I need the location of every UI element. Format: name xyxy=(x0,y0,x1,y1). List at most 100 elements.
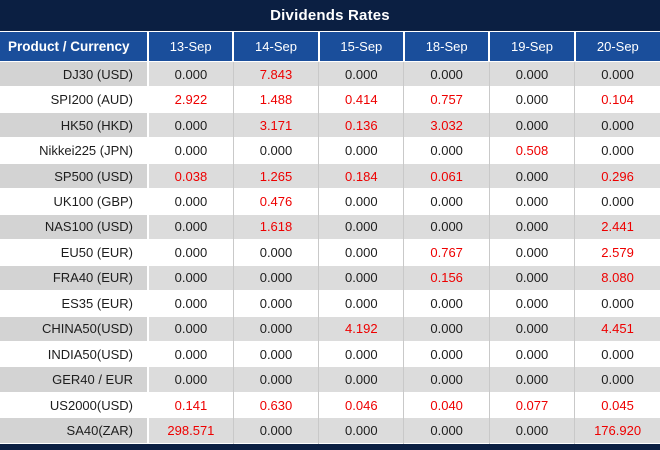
table-row: ES35 (EUR) 0.000 0.000 0.000 0.000 0.000 0.000 xyxy=(0,290,660,317)
product-currency-header: Product / Currency xyxy=(0,31,148,62)
table-row: US2000(USD) 0.141 0.630 0.046 0.040 0.077 0.04… xyxy=(0,392,660,418)
rate-value: 3.171 xyxy=(232,112,319,138)
rate-value: 1.265 xyxy=(232,163,319,189)
rate-value: 0.000 xyxy=(488,86,575,113)
product-label: GER40 / EUR xyxy=(0,366,149,393)
footer-bar xyxy=(0,444,660,450)
rate-value: 0.000 xyxy=(232,137,319,164)
table-row: SA40(ZAR) 298.571 0.000 0.000 0.000 0.000 176.… xyxy=(0,417,660,444)
table-row: EU50 (EUR) 0.000 0.000 0.000 0.767 0.000 2.579 xyxy=(0,239,660,266)
rate-value: 0.000 xyxy=(574,112,660,138)
product-label: DJ30 (USD) xyxy=(0,61,149,87)
rate-value: 0.000 xyxy=(148,366,234,393)
rate-value: 0.000 xyxy=(318,214,404,240)
rate-value: 0.000 xyxy=(318,61,404,87)
rate-value: 0.000 xyxy=(488,316,575,342)
product-label: US2000(USD) xyxy=(0,392,149,418)
rate-value: 0.000 xyxy=(148,61,234,87)
product-label: CHINA50(USD) xyxy=(0,316,149,342)
table-row: FRA40 (EUR) 0.000 0.000 0.000 0.156 0.000 8.08… xyxy=(0,265,660,291)
rate-value: 0.040 xyxy=(403,392,490,418)
rate-value: 0.156 xyxy=(403,265,490,291)
rate-value: 0.184 xyxy=(318,163,404,189)
dividends-table: Product / Currency 13-Sep 14-Sep 15-Sep … xyxy=(0,31,660,444)
rate-value: 0.000 xyxy=(318,137,404,164)
product-label: NAS100 (USD) xyxy=(0,214,149,240)
rate-value: 0.000 xyxy=(232,239,319,266)
rate-value: 3.032 xyxy=(403,112,490,138)
rate-value: 0.046 xyxy=(318,392,404,418)
rate-value: 4.192 xyxy=(318,316,404,342)
date-header-18-sep: 18-Sep xyxy=(402,31,490,62)
rate-value: 2.441 xyxy=(574,214,660,240)
table-row: DJ30 (USD) 0.000 7.843 0.000 0.000 0.000 0.000 xyxy=(0,61,660,87)
table-row: UK100 (GBP) 0.000 0.476 0.000 0.000 0.000 0.00… xyxy=(0,188,660,215)
rate-value: 0.000 xyxy=(403,188,490,215)
rate-value: 0.000 xyxy=(148,137,234,164)
rate-value: 0.000 xyxy=(318,265,404,291)
product-label: INDIA50(USD) xyxy=(0,341,149,367)
rate-value: 176.920 xyxy=(574,417,660,444)
rate-value: 0.000 xyxy=(148,239,234,266)
table-row: SPI200 (AUD) 2.922 1.488 0.414 0.757 0.000 0.1… xyxy=(0,86,660,113)
rate-value: 0.000 xyxy=(403,366,490,393)
rate-value: 0.000 xyxy=(148,265,234,291)
rate-value: 8.080 xyxy=(574,265,660,291)
rate-value: 0.000 xyxy=(488,417,575,444)
rate-value: 0.000 xyxy=(403,417,490,444)
product-label: Nikkei225 (JPN) xyxy=(0,137,149,164)
date-header-13-sep: 13-Sep xyxy=(146,31,234,62)
table-row: INDIA50(USD) 0.000 0.000 0.000 0.000 0.000 0.0… xyxy=(0,341,660,367)
rate-value: 0.000 xyxy=(318,239,404,266)
rate-value: 0.000 xyxy=(574,366,660,393)
rate-value: 0.077 xyxy=(488,392,575,418)
table-body: DJ30 (USD) 0.000 7.843 0.000 0.000 0.000 0.000… xyxy=(0,61,660,444)
rate-value: 0.000 xyxy=(488,112,575,138)
rate-value: 0.000 xyxy=(574,137,660,164)
header-row: Product / Currency 13-Sep 14-Sep 15-Sep … xyxy=(0,31,660,62)
rate-value: 0.757 xyxy=(403,86,490,113)
rate-value: 0.476 xyxy=(232,188,319,215)
rate-value: 0.000 xyxy=(232,341,319,367)
table-row: CHINA50(USD) 0.000 0.000 4.192 0.000 0.000 4.4… xyxy=(0,316,660,342)
rate-value: 0.000 xyxy=(403,214,490,240)
rate-value: 0.104 xyxy=(574,86,660,113)
rate-value: 0.508 xyxy=(488,137,575,164)
rate-value: 0.630 xyxy=(232,392,319,418)
rate-value: 0.000 xyxy=(232,417,319,444)
rate-value: 0.141 xyxy=(148,392,234,418)
rate-value: 0.000 xyxy=(232,316,319,342)
rate-value: 7.843 xyxy=(232,61,319,87)
rate-value: 0.000 xyxy=(488,214,575,240)
rate-value: 1.488 xyxy=(232,86,319,113)
rate-value: 0.000 xyxy=(232,366,319,393)
date-header-14-sep: 14-Sep xyxy=(232,31,319,62)
rate-value: 0.000 xyxy=(232,290,319,317)
date-header-20-sep: 20-Sep xyxy=(573,31,660,62)
rate-value: 2.922 xyxy=(148,86,234,113)
rate-value: 0.000 xyxy=(488,341,575,367)
rate-value: 0.000 xyxy=(488,61,575,87)
page-title: Dividends Rates xyxy=(270,7,390,24)
rate-value: 0.000 xyxy=(403,61,490,87)
rate-value: 0.000 xyxy=(403,290,490,317)
rate-value: 0.061 xyxy=(403,163,490,189)
rate-value: 0.296 xyxy=(574,163,660,189)
table-row: HK50 (HKD) 0.000 3.171 0.136 3.032 0.000 0.000 xyxy=(0,112,660,138)
rate-value: 0.000 xyxy=(148,341,234,367)
rate-value: 0.000 xyxy=(318,290,404,317)
rate-value: 0.000 xyxy=(148,290,234,317)
product-label: UK100 (GBP) xyxy=(0,188,149,215)
product-label: SA40(ZAR) xyxy=(0,417,149,444)
product-label: FRA40 (EUR) xyxy=(0,265,149,291)
product-label: ES35 (EUR) xyxy=(0,290,149,317)
product-label: SP500 (USD) xyxy=(0,163,149,189)
dividends-rates-panel: Dividends Rates Product / Currency 13-Se… xyxy=(0,0,660,450)
table-row: GER40 / EUR 0.000 0.000 0.000 0.000 0.000 0.00… xyxy=(0,366,660,393)
rate-value: 298.571 xyxy=(148,417,234,444)
date-header-15-sep: 15-Sep xyxy=(317,31,404,62)
rate-value: 0.000 xyxy=(488,163,575,189)
rate-value: 0.000 xyxy=(488,265,575,291)
table-row: SP500 (USD) 0.038 1.265 0.184 0.061 0.000 0.29… xyxy=(0,163,660,189)
rate-value: 0.414 xyxy=(318,86,404,113)
